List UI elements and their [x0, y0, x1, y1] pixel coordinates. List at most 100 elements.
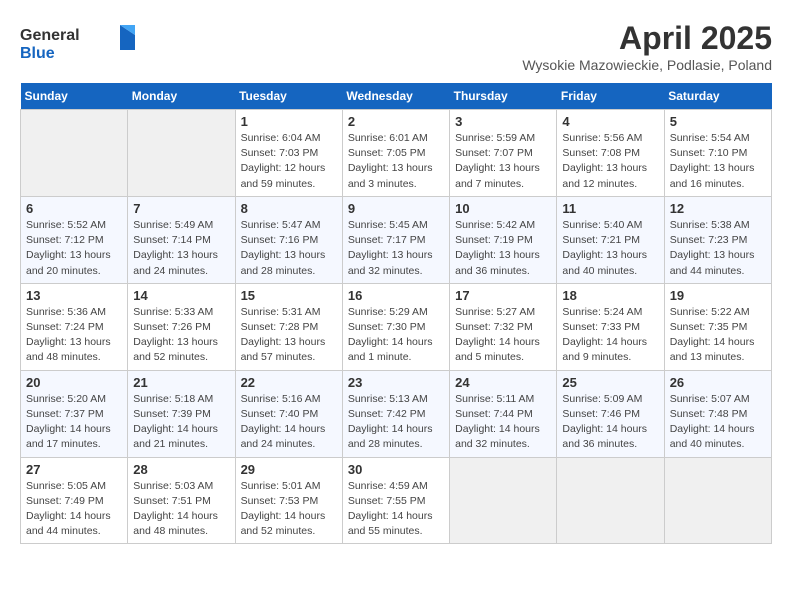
logo: General Blue — [20, 20, 140, 70]
calendar-cell: 18 Sunrise: 5:24 AM Sunset: 7:33 PM Dayli… — [557, 283, 664, 370]
day-number: 6 — [26, 201, 122, 216]
logo-text: General Blue — [20, 20, 140, 70]
day-info: Sunrise: 5:09 AM Sunset: 7:46 PM Dayligh… — [562, 392, 658, 453]
day-number: 30 — [348, 462, 444, 477]
day-info: Sunrise: 5:24 AM Sunset: 7:33 PM Dayligh… — [562, 305, 658, 366]
calendar-cell: 26 Sunrise: 5:07 AM Sunset: 7:48 PM Dayli… — [664, 370, 771, 457]
calendar-cell: 16 Sunrise: 5:29 AM Sunset: 7:30 PM Dayli… — [342, 283, 449, 370]
calendar-cell: 22 Sunrise: 5:16 AM Sunset: 7:40 PM Dayli… — [235, 370, 342, 457]
month-year-title: April 2025 — [522, 20, 772, 57]
day-info: Sunrise: 4:59 AM Sunset: 7:55 PM Dayligh… — [348, 479, 444, 540]
calendar-cell: 29 Sunrise: 5:01 AM Sunset: 7:53 PM Dayli… — [235, 457, 342, 544]
day-info: Sunrise: 5:20 AM Sunset: 7:37 PM Dayligh… — [26, 392, 122, 453]
calendar-cell: 4 Sunrise: 5:56 AM Sunset: 7:08 PM Daylig… — [557, 110, 664, 197]
day-info: Sunrise: 5:07 AM Sunset: 7:48 PM Dayligh… — [670, 392, 766, 453]
day-number: 18 — [562, 288, 658, 303]
calendar-cell — [21, 110, 128, 197]
calendar-week-3: 13 Sunrise: 5:36 AM Sunset: 7:24 PM Dayli… — [21, 283, 772, 370]
calendar-cell: 23Sunrise: 5:13 AM Sunset: 7:42 PM Dayli… — [342, 370, 449, 457]
day-info: Sunrise: 5:56 AM Sunset: 7:08 PM Dayligh… — [562, 131, 658, 192]
calendar-week-2: 6 Sunrise: 5:52 AM Sunset: 7:12 PM Daylig… — [21, 196, 772, 283]
calendar-week-1: 1 Sunrise: 6:04 AM Sunset: 7:03 PM Daylig… — [21, 110, 772, 197]
calendar-cell: 17 Sunrise: 5:27 AM Sunset: 7:32 PM Dayli… — [450, 283, 557, 370]
weekday-header-tuesday: Tuesday — [235, 83, 342, 110]
weekday-header-row: SundayMondayTuesdayWednesdayThursdayFrid… — [21, 83, 772, 110]
calendar-cell — [128, 110, 235, 197]
day-info: Sunrise: 5:45 AM Sunset: 7:17 PM Dayligh… — [348, 218, 444, 279]
weekday-header-saturday: Saturday — [664, 83, 771, 110]
day-info: Sunrise: 5:22 AM Sunset: 7:35 PM Dayligh… — [670, 305, 766, 366]
day-info: Sunrise: 6:01 AM Sunset: 7:05 PM Dayligh… — [348, 131, 444, 192]
calendar-cell: 25Sunrise: 5:09 AM Sunset: 7:46 PM Dayli… — [557, 370, 664, 457]
day-number: 10 — [455, 201, 551, 216]
day-number: 15 — [241, 288, 337, 303]
day-number: 8 — [241, 201, 337, 216]
title-section: April 2025 Wysokie Mazowieckie, Podlasie… — [522, 20, 772, 73]
day-number: 13 — [26, 288, 122, 303]
day-info: Sunrise: 5:33 AM Sunset: 7:26 PM Dayligh… — [133, 305, 229, 366]
day-number: 28 — [133, 462, 229, 477]
day-info: Sunrise: 5:29 AM Sunset: 7:30 PM Dayligh… — [348, 305, 444, 366]
calendar-cell: 3Sunrise: 5:59 AM Sunset: 7:07 PM Daylig… — [450, 110, 557, 197]
day-info: Sunrise: 5:38 AM Sunset: 7:23 PM Dayligh… — [670, 218, 766, 279]
day-number: 9 — [348, 201, 444, 216]
calendar-week-5: 27 Sunrise: 5:05 AM Sunset: 7:49 PM Dayli… — [21, 457, 772, 544]
calendar-cell: 12Sunrise: 5:38 AM Sunset: 7:23 PM Dayli… — [664, 196, 771, 283]
day-info: Sunrise: 5:13 AM Sunset: 7:42 PM Dayligh… — [348, 392, 444, 453]
day-number: 21 — [133, 375, 229, 390]
calendar-cell: 2Sunrise: 6:01 AM Sunset: 7:05 PM Daylig… — [342, 110, 449, 197]
day-info: Sunrise: 5:42 AM Sunset: 7:19 PM Dayligh… — [455, 218, 551, 279]
calendar-cell: 9 Sunrise: 5:45 AM Sunset: 7:17 PM Daylig… — [342, 196, 449, 283]
calendar-cell: 5Sunrise: 5:54 AM Sunset: 7:10 PM Daylig… — [664, 110, 771, 197]
day-info: Sunrise: 5:03 AM Sunset: 7:51 PM Dayligh… — [133, 479, 229, 540]
day-info: Sunrise: 5:01 AM Sunset: 7:53 PM Dayligh… — [241, 479, 337, 540]
day-number: 22 — [241, 375, 337, 390]
day-info: Sunrise: 5:40 AM Sunset: 7:21 PM Dayligh… — [562, 218, 658, 279]
day-info: Sunrise: 5:47 AM Sunset: 7:16 PM Dayligh… — [241, 218, 337, 279]
calendar-cell — [450, 457, 557, 544]
day-info: Sunrise: 5:31 AM Sunset: 7:28 PM Dayligh… — [241, 305, 337, 366]
day-info: Sunrise: 5:49 AM Sunset: 7:14 PM Dayligh… — [133, 218, 229, 279]
calendar-cell: 21 Sunrise: 5:18 AM Sunset: 7:39 PM Dayli… — [128, 370, 235, 457]
day-number: 14 — [133, 288, 229, 303]
calendar-cell: 28 Sunrise: 5:03 AM Sunset: 7:51 PM Dayli… — [128, 457, 235, 544]
weekday-header-sunday: Sunday — [21, 83, 128, 110]
calendar-cell: 15 Sunrise: 5:31 AM Sunset: 7:28 PM Dayli… — [235, 283, 342, 370]
day-info: Sunrise: 5:16 AM Sunset: 7:40 PM Dayligh… — [241, 392, 337, 453]
day-number: 1 — [241, 114, 337, 129]
day-number: 29 — [241, 462, 337, 477]
day-info: Sunrise: 5:18 AM Sunset: 7:39 PM Dayligh… — [133, 392, 229, 453]
day-info: Sunrise: 6:04 AM Sunset: 7:03 PM Dayligh… — [241, 131, 337, 192]
day-number: 4 — [562, 114, 658, 129]
weekday-header-wednesday: Wednesday — [342, 83, 449, 110]
page-header: General Blue April 2025 Wysokie Mazowiec… — [20, 20, 772, 73]
day-info: Sunrise: 5:27 AM Sunset: 7:32 PM Dayligh… — [455, 305, 551, 366]
calendar-cell: 24 Sunrise: 5:11 AM Sunset: 7:44 PM Dayli… — [450, 370, 557, 457]
weekday-header-monday: Monday — [128, 83, 235, 110]
day-number: 17 — [455, 288, 551, 303]
calendar-cell: 30 Sunrise: 4:59 AM Sunset: 7:55 PM Dayli… — [342, 457, 449, 544]
calendar-cell: 6 Sunrise: 5:52 AM Sunset: 7:12 PM Daylig… — [21, 196, 128, 283]
calendar-cell: 27 Sunrise: 5:05 AM Sunset: 7:49 PM Dayli… — [21, 457, 128, 544]
day-info: Sunrise: 5:11 AM Sunset: 7:44 PM Dayligh… — [455, 392, 551, 453]
day-info: Sunrise: 5:59 AM Sunset: 7:07 PM Dayligh… — [455, 131, 551, 192]
day-number: 24 — [455, 375, 551, 390]
calendar-cell: 14 Sunrise: 5:33 AM Sunset: 7:26 PM Dayli… — [128, 283, 235, 370]
location-subtitle: Wysokie Mazowieckie, Podlasie, Poland — [522, 57, 772, 73]
day-info: Sunrise: 5:36 AM Sunset: 7:24 PM Dayligh… — [26, 305, 122, 366]
day-number: 16 — [348, 288, 444, 303]
day-number: 26 — [670, 375, 766, 390]
calendar-cell: 11 Sunrise: 5:40 AM Sunset: 7:21 PM Dayli… — [557, 196, 664, 283]
calendar-cell — [557, 457, 664, 544]
day-number: 11 — [562, 201, 658, 216]
day-info: Sunrise: 5:54 AM Sunset: 7:10 PM Dayligh… — [670, 131, 766, 192]
weekday-header-friday: Friday — [557, 83, 664, 110]
calendar-week-4: 20Sunrise: 5:20 AM Sunset: 7:37 PM Dayli… — [21, 370, 772, 457]
calendar-cell — [664, 457, 771, 544]
day-info: Sunrise: 5:52 AM Sunset: 7:12 PM Dayligh… — [26, 218, 122, 279]
day-info: Sunrise: 5:05 AM Sunset: 7:49 PM Dayligh… — [26, 479, 122, 540]
weekday-header-thursday: Thursday — [450, 83, 557, 110]
day-number: 27 — [26, 462, 122, 477]
calendar-cell: 8 Sunrise: 5:47 AM Sunset: 7:16 PM Daylig… — [235, 196, 342, 283]
calendar-cell: 19Sunrise: 5:22 AM Sunset: 7:35 PM Dayli… — [664, 283, 771, 370]
